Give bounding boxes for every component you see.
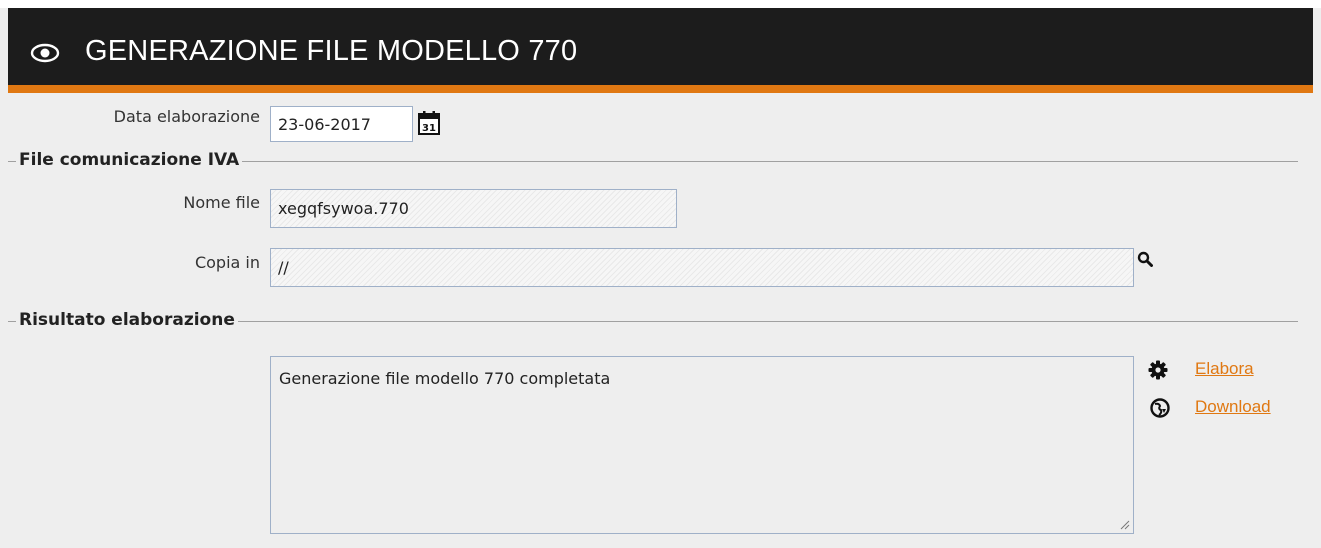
search-icon[interactable]	[1137, 251, 1153, 267]
nome-file-value: xegqfsywoa.770	[278, 199, 409, 218]
nome-file-input[interactable]: xegqfsywoa.770	[270, 189, 677, 228]
elabora-link[interactable]: Elabora	[1195, 359, 1254, 379]
copia-in-value: //	[278, 258, 289, 277]
data-elaborazione-value: 23-06-2017	[278, 114, 371, 134]
result-section-legend: Risultato elaborazione	[16, 310, 238, 330]
result-message: Generazione file modello 770 completata	[279, 369, 611, 388]
calendar-day-text: 31	[422, 123, 436, 134]
copia-in-label: Copia in	[194, 253, 260, 272]
resize-handle-icon[interactable]	[1120, 520, 1130, 530]
gear-icon[interactable]	[1148, 360, 1168, 380]
page-title: GENERAZIONE FILE MODELLO 770	[85, 35, 578, 67]
eye-icon	[30, 43, 60, 63]
copia-in-input[interactable]: //	[270, 248, 1134, 287]
result-textarea[interactable]: Generazione file modello 770 completata	[270, 356, 1134, 534]
page-header: GENERAZIONE FILE MODELLO 770	[8, 8, 1313, 85]
data-elaborazione-input[interactable]: 23-06-2017	[270, 106, 413, 142]
download-link[interactable]: Download	[1195, 397, 1271, 417]
top-margin	[0, 0, 1321, 8]
calendar-icon[interactable]: 31	[418, 111, 440, 135]
data-elaborazione-label: Data elaborazione	[113, 107, 260, 126]
header-accent-bar	[8, 85, 1313, 93]
nome-file-label: Nome file	[183, 193, 260, 212]
download-globe-icon[interactable]	[1150, 398, 1170, 418]
file-section-legend: File comunicazione IVA	[16, 150, 243, 170]
